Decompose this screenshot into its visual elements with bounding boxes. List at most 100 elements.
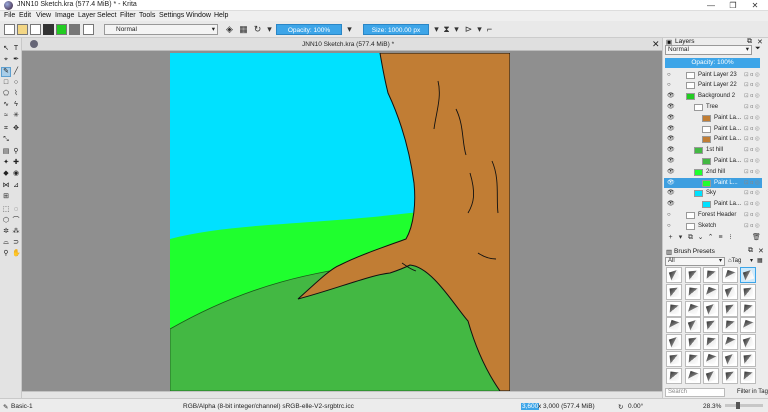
menu-settings[interactable]: Settings (159, 12, 184, 19)
smart-patch-tool-icon[interactable]: ✚ (12, 159, 20, 167)
transform-tool-icon[interactable]: ⤡ (2, 136, 10, 144)
pan-tool-icon[interactable]: ✋ (12, 250, 21, 258)
brush-preset-tile[interactable] (721, 367, 738, 384)
delete-layer-icon[interactable]: 🗑 (752, 233, 761, 242)
layer-row[interactable]: 👁 Tree ⊡ α ◎ (664, 102, 762, 113)
tag-chevron-icon[interactable]: ▾ (750, 257, 753, 264)
text-tool-icon[interactable]: T (12, 45, 20, 53)
brush-preset-tile[interactable] (721, 300, 738, 317)
eye-icon[interactable]: 👁 (667, 113, 675, 124)
layer-flags-icon[interactable]: ⊡ α ◎ (744, 156, 760, 167)
similar-selection-tool-icon[interactable]: ⁂ (12, 228, 20, 236)
brush-size-slider[interactable]: Size: 1000.00 px (363, 24, 429, 35)
brush-preset-tile[interactable] (684, 351, 701, 367)
move-layer-up-icon[interactable]: ⌃ (706, 233, 715, 242)
layer-flags-icon[interactable]: ⊡ α ◎ (744, 210, 760, 221)
minimize-button[interactable]: — (700, 0, 722, 11)
menu-file[interactable]: File (4, 12, 15, 19)
eye-icon[interactable]: 👁 (667, 178, 675, 189)
brush-preset-tile[interactable] (684, 317, 701, 334)
layer-row[interactable]: 👁 Paint La... ⊡ α ◎ (664, 113, 762, 124)
brush-preset-tile[interactable] (740, 267, 756, 283)
add-layer-chevron-icon[interactable]: ▾ (676, 233, 685, 242)
brush-filter-select[interactable]: All ▾ (665, 257, 725, 266)
brush-preset-tile[interactable] (703, 351, 719, 367)
bezier-selection-tool-icon[interactable]: ⌓ (2, 239, 10, 247)
layer-flags-icon[interactable]: ⊡ α ◎ (744, 167, 760, 178)
rotate-icon[interactable]: ↻ (618, 403, 623, 411)
add-layer-icon[interactable]: + (666, 233, 675, 242)
layer-opacity-slider[interactable]: Opacity: 100% (665, 58, 760, 68)
opacity-chevron-icon[interactable]: ▾ (344, 24, 355, 35)
brush-preset-tile[interactable] (703, 317, 719, 334)
layer-flags-icon[interactable]: ⊡ α ◎ (744, 102, 760, 113)
edit-shapes-tool-icon[interactable]: ⌖ (2, 56, 10, 64)
gradient-tool-icon[interactable]: ▤ (2, 148, 10, 156)
calligraphy-tool-icon[interactable]: ✒ (12, 56, 20, 64)
tag-button[interactable]: ⌂Tag (728, 257, 746, 266)
rectangle-tool-icon[interactable]: □ (2, 79, 10, 87)
chevron-down-icon[interactable]: ▾ (264, 24, 275, 35)
layer-row[interactable]: 👁 Paint La... ⊡ α ◎ (664, 134, 762, 145)
layer-flags-icon[interactable]: ⊡ α ◎ (744, 113, 760, 124)
eye-icon[interactable]: 👁 (667, 124, 675, 135)
eye-hidden-icon[interactable]: ○ (667, 221, 675, 232)
layer-flags-icon[interactable]: ⊡ α ◎ (744, 178, 760, 189)
measure-tool-icon[interactable]: ⊿ (12, 182, 20, 190)
contiguous-selection-tool-icon[interactable]: ✲ (2, 228, 10, 236)
layer-row[interactable]: ○ Paint Layer 23 ⊡ α ◎ (664, 70, 762, 81)
brush-preset-tile[interactable] (666, 300, 682, 317)
brush-preset-tile[interactable] (703, 367, 719, 384)
zoom-slider-handle[interactable] (736, 402, 740, 409)
layer-flags-icon[interactable]: ⊡ α ◎ (744, 80, 760, 91)
brush-preset-tile[interactable] (703, 300, 719, 317)
brush-preset-tile[interactable] (740, 300, 756, 317)
move-tool-icon[interactable]: ✥ (12, 125, 20, 133)
brush-preset-tile[interactable] (684, 367, 701, 384)
zoom-slider[interactable] (725, 402, 763, 409)
layer-row[interactable]: 👁 2nd hill ⊡ α ◎ (664, 167, 762, 178)
save-document-icon[interactable] (30, 24, 41, 35)
document-tab[interactable]: JNN10 Sketch.kra (577.4 MiB) * ✕ (22, 38, 662, 51)
select-shapes-tool-icon[interactable]: ↖ (2, 45, 10, 53)
layer-row[interactable]: ○ Sketch ⊡ α ◎ (664, 221, 762, 232)
brush-preset-tile[interactable] (684, 267, 701, 283)
brush-preset-tile[interactable] (684, 300, 701, 317)
magnetic-selection-tool-icon[interactable]: ⊃ (12, 239, 20, 247)
eraser-toggle-icon[interactable]: ◈ (224, 24, 235, 35)
layer-options-icon[interactable]: ⁝ (726, 233, 735, 242)
color-picker-tool-icon[interactable]: ⚲ (12, 148, 20, 156)
pattern-swatch-icon[interactable] (56, 24, 67, 35)
blend-mode-select[interactable]: Normal ▾ (104, 24, 218, 35)
menu-help[interactable]: Help (214, 12, 228, 19)
reference-images-tool-icon[interactable]: ⊞ (2, 193, 10, 201)
ellipse-tool-icon[interactable]: ○ (12, 79, 20, 87)
close-document-icon[interactable]: ✕ (652, 39, 660, 50)
eye-icon[interactable]: 👁 (667, 199, 675, 210)
brush-preset-tile[interactable] (740, 351, 756, 367)
brush-preset-tile[interactable] (684, 334, 701, 351)
brush-preset-tile[interactable] (666, 334, 682, 351)
brush-preset-tile[interactable] (666, 351, 682, 367)
opacity-slider[interactable]: Opacity: 100% (276, 24, 342, 35)
menu-edit[interactable]: Edit (19, 12, 31, 19)
fill-tool-icon[interactable]: ◆ (2, 170, 10, 178)
foreground-color-icon[interactable] (69, 24, 80, 35)
layer-filter-icon[interactable]: ⏷ (755, 45, 761, 53)
elliptical-selection-tool-icon[interactable]: ◌ (12, 206, 20, 214)
layer-flags-icon[interactable]: ⊡ α ◎ (744, 70, 760, 81)
zoom-level[interactable]: 28.3% (703, 403, 721, 410)
brush-preset-tile[interactable] (666, 267, 682, 283)
layer-flags-icon[interactable]: ⊡ α ◎ (744, 145, 760, 156)
eye-icon[interactable]: 👁 (667, 134, 675, 145)
menu-view[interactable]: View (36, 12, 51, 19)
layer-blend-mode-select[interactable]: Normal ▾ (665, 45, 752, 55)
brush-preset-tile[interactable] (721, 334, 738, 351)
bezier-tool-icon[interactable]: ∿ (2, 101, 10, 109)
brush-preset-tile[interactable] (721, 283, 738, 300)
colorize-mask-tool-icon[interactable]: ✦ (2, 159, 10, 167)
brush-preset-tile[interactable] (740, 334, 756, 351)
polygon-tool-icon[interactable]: ⬠ (2, 90, 10, 98)
eye-icon[interactable]: 👁 (667, 102, 675, 113)
eye-icon[interactable]: 👁 (667, 145, 675, 156)
